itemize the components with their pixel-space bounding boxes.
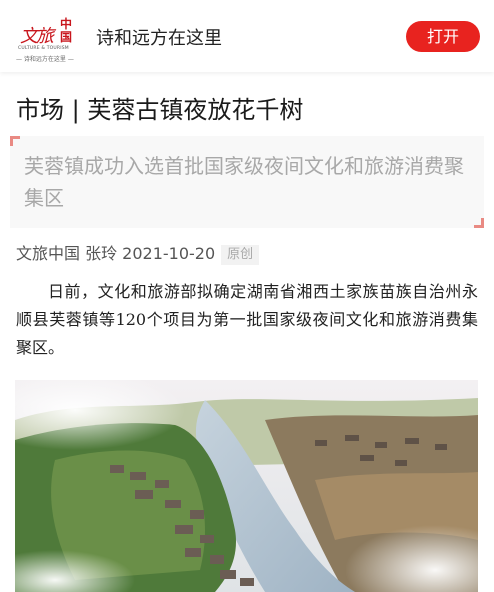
- original-badge: 原创: [221, 245, 260, 265]
- top-banner: 文旅 中国 CULTURE & TOURISM — 诗和远方在这里 — 诗和远方…: [0, 0, 494, 72]
- quote-corner-top-left: [10, 136, 20, 146]
- article-paragraph: 日前，文化和旅游部拟确定湖南省湘西土家族苗族自治州永顺县芙蓉镇等120个项目为第…: [16, 282, 478, 357]
- site-name: 诗和远方在这里: [96, 28, 222, 49]
- aerial-town-river-image: [15, 380, 478, 592]
- open-app-button[interactable]: 打开: [406, 21, 480, 52]
- logo-subtitle: — 诗和远方在这里 —: [16, 56, 74, 63]
- logo-calligraphy: 文旅: [20, 26, 54, 47]
- quote-corner-bottom-right: [474, 218, 484, 228]
- logo-english: CULTURE & TOURISM: [18, 46, 69, 51]
- article-title: 市场 | 芙蓉古镇夜放花千树: [16, 96, 304, 124]
- article-photo[interactable]: [15, 380, 478, 592]
- byline: 文旅中国 张玲 2021-10-20: [16, 244, 216, 263]
- article-summary: 芙蓉镇成功入选首批国家级夜间文化和旅游消费聚集区: [24, 154, 464, 210]
- brand-logo[interactable]: 文旅 中国 CULTURE & TOURISM — 诗和远方在这里 —: [16, 16, 82, 64]
- logo-seal: 中国: [60, 17, 73, 44]
- article-meta: 文旅中国 张玲 2021-10-20 原创: [16, 240, 260, 265]
- article-summary-box: 芙蓉镇成功入选首批国家级夜间文化和旅游消费聚集区: [10, 136, 484, 228]
